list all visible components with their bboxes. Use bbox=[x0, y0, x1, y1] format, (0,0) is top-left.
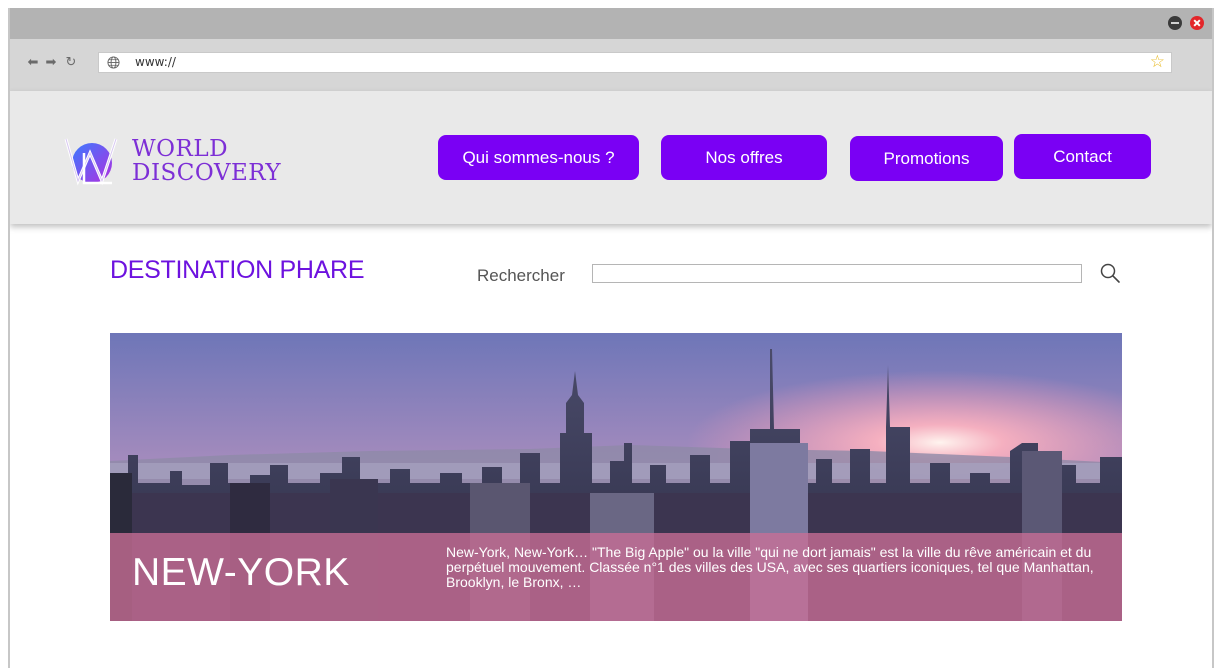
featured-destination-banner[interactable]: NEW-YORK New-York, New-York… "The Big Ap… bbox=[110, 333, 1122, 621]
featured-caption: NEW-YORK New-York, New-York… "The Big Ap… bbox=[110, 533, 1122, 621]
arrow-left-icon[interactable]: ⬅ bbox=[26, 56, 40, 70]
reload-icon[interactable]: ↻ bbox=[64, 56, 78, 70]
menu-button-promotions[interactable]: Promotions bbox=[850, 136, 1003, 181]
address-bar[interactable]: www:// ☆ bbox=[98, 52, 1172, 73]
menu-button-offers[interactable]: Nos offres bbox=[661, 135, 827, 180]
close-icon[interactable] bbox=[1190, 16, 1204, 30]
url-text: www:// bbox=[135, 55, 176, 69]
site-header: WORLD DISCOVERY Qui sommes-nous ? Nos of… bbox=[10, 91, 1212, 224]
site-logo[interactable]: WORLD DISCOVERY bbox=[62, 131, 312, 191]
featured-description: New-York, New-York… "The Big Apple" ou l… bbox=[446, 544, 1094, 590]
section-title: DESTINATION PHARE bbox=[110, 256, 365, 284]
arrow-right-icon[interactable]: ➡ bbox=[44, 56, 58, 70]
logo-line-2: DISCOVERY bbox=[132, 160, 282, 186]
featured-city-name: NEW-YORK bbox=[132, 551, 350, 594]
browser-titlebar bbox=[10, 8, 1212, 39]
minimize-icon[interactable] bbox=[1168, 16, 1182, 30]
search-label: Rechercher bbox=[477, 266, 565, 285]
menu-button-about[interactable]: Qui sommes-nous ? bbox=[438, 135, 639, 180]
menu-button-contact[interactable]: Contact bbox=[1014, 134, 1151, 179]
search-input[interactable] bbox=[592, 264, 1082, 283]
browser-window: ⬅ ➡ ↻ www:// ☆ WORLD DISCOVERY Qui somme… bbox=[8, 8, 1214, 668]
star-icon[interactable]: ☆ bbox=[1150, 53, 1165, 72]
world-discovery-logo-icon bbox=[64, 138, 118, 186]
browser-toolbar: ⬅ ➡ ↻ www:// ☆ bbox=[10, 39, 1212, 91]
logo-line-1: WORLD bbox=[132, 136, 229, 162]
globe-icon bbox=[107, 56, 120, 69]
logo-wordmark: WORLD DISCOVERY bbox=[132, 137, 281, 185]
search-icon[interactable] bbox=[1099, 262, 1121, 284]
